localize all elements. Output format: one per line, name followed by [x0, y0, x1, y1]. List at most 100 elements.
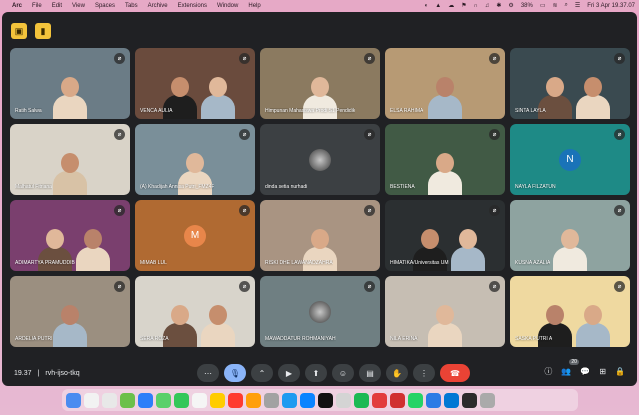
control-center-icon[interactable]: ☰: [575, 2, 580, 9]
dock-app-icon[interactable]: [192, 392, 207, 408]
dock-app-icon[interactable]: [102, 392, 117, 408]
participant-tile[interactable]: ⌀ KUSNA AZALIA: [510, 200, 630, 271]
dock-app-icon[interactable]: [246, 392, 261, 408]
people-icon[interactable]: 👥 20: [561, 359, 579, 376]
dock-app-icon[interactable]: [120, 392, 135, 408]
participant-tile[interactable]: N ⌀ NAYLA FILZATUN: [510, 124, 630, 195]
dock-app-icon[interactable]: [228, 392, 243, 408]
status-icon[interactable]: ▲: [435, 3, 441, 9]
status-icon[interactable]: ☁: [448, 2, 454, 9]
participant-tile[interactable]: ⌀ SASKA PUTRI A: [510, 276, 630, 347]
more-options-button[interactable]: ⋮: [413, 364, 435, 382]
wifi-icon[interactable]: ≋: [553, 2, 558, 9]
menu-view[interactable]: View: [72, 3, 85, 9]
mic-muted-icon: ⌀: [364, 205, 375, 216]
camera-button[interactable]: ▶: [278, 364, 300, 382]
menu-spaces[interactable]: Spaces: [95, 3, 115, 9]
participant-name: HIMATIKA/Universitas UM: [390, 260, 449, 266]
participant-tile[interactable]: ⌀ ELSA RAHIMA: [385, 48, 505, 119]
participant-tile[interactable]: ⌀ SINTA LAYLA: [510, 48, 630, 119]
menu-file[interactable]: File: [32, 3, 42, 9]
participant-tile[interactable]: ⌀ Himpunan Mahasiswa Prodi S1 Pendidik: [260, 48, 380, 119]
status-icon[interactable]: ⚑: [461, 2, 466, 9]
dock-app-icon[interactable]: [480, 392, 495, 408]
dock-app-icon[interactable]: [156, 392, 171, 408]
mic-button[interactable]: 🎙: [224, 364, 246, 382]
leave-call-button[interactable]: ☎: [440, 364, 470, 382]
more-audio-options-icon[interactable]: ⋯: [197, 364, 219, 382]
dock-app-icon[interactable]: [408, 392, 423, 408]
dock-app-icon[interactable]: [336, 392, 351, 408]
dock-app-icon[interactable]: [426, 392, 441, 408]
status-icon[interactable]: ♫: [485, 3, 490, 9]
mic-muted-icon: ⌀: [489, 205, 500, 216]
menu-tabs[interactable]: Tabs: [125, 3, 138, 9]
mic-muted-icon: ⌀: [239, 129, 250, 140]
captions-button[interactable]: ▤: [359, 364, 381, 382]
menu-help[interactable]: Help: [248, 3, 260, 9]
dock-app-icon[interactable]: [372, 392, 387, 408]
menu-extensions[interactable]: Extensions: [178, 3, 207, 9]
participant-tile[interactable]: M ⌀ MIMAB LUL: [135, 200, 255, 271]
meeting-tool-icon[interactable]: ▮: [35, 23, 51, 39]
participant-avatar: M: [184, 224, 206, 247]
menu-arc[interactable]: Arc: [12, 3, 22, 9]
participant-tile[interactable]: ⌀ ADIMARTYA PRAMUDDIB: [10, 200, 130, 271]
menu-archive[interactable]: Archive: [148, 3, 168, 9]
camera-options-chevron-icon[interactable]: ⌃: [251, 364, 273, 382]
dock-app-icon[interactable]: [174, 392, 189, 408]
dock-app-icon[interactable]: [390, 392, 405, 408]
battery-icon[interactable]: ▭: [540, 2, 546, 9]
mic-muted-icon: ⌀: [114, 129, 125, 140]
mic-muted-icon: ⌀: [614, 205, 625, 216]
status-icon[interactable]: ⚙: [508, 2, 513, 9]
participant-avatar: N: [559, 148, 581, 171]
emoji-reaction-button[interactable]: ☺: [332, 364, 354, 382]
meeting-details-icon[interactable]: ⓘ: [544, 366, 552, 377]
participant-tile[interactable]: ⌀ SERA ROZA: [135, 276, 255, 347]
dock-app-icon[interactable]: [66, 392, 81, 408]
dock-app-icon[interactable]: [444, 392, 459, 408]
status-icon[interactable]: ✱: [496, 2, 501, 9]
participant-tile[interactable]: ⌀ VENCA AULIA: [135, 48, 255, 119]
participant-tile[interactable]: ⌀ Ratih Salwa: [10, 48, 130, 119]
participant-tile[interactable]: ⌀ (A) Khadijah Annisa Putri_FMZ4F: [135, 124, 255, 195]
raise-hand-button[interactable]: ✋: [386, 364, 408, 382]
menu-window[interactable]: Window: [217, 3, 238, 9]
participant-tile[interactable]: ⌀ HIMATIKA/Universitas UM: [385, 200, 505, 271]
headphones-icon[interactable]: ∩: [474, 3, 478, 9]
status-icon[interactable]: ◐: [425, 3, 429, 9]
host-controls-icon[interactable]: 🔒: [615, 367, 625, 376]
present-button[interactable]: ⬆: [305, 364, 327, 382]
participant-name: MAWADDATUR ROHMANIYAH: [265, 336, 336, 342]
dock-app-icon[interactable]: [318, 392, 333, 408]
dock-app-icon[interactable]: [138, 392, 153, 408]
dock-app-icon[interactable]: [84, 392, 99, 408]
participant-tile[interactable]: ⌀ RISKI DHE LAWANADZAHRA: [260, 200, 380, 271]
participant-tile[interactable]: ⌀ NILA ERINA: [385, 276, 505, 347]
dock-app-icon[interactable]: [462, 392, 477, 408]
meeting-time: 19.37: [14, 369, 32, 377]
dock-app-icon[interactable]: [282, 392, 297, 408]
participant-tile[interactable]: ⌀ MAWADDATUR ROHMANIYAH: [260, 276, 380, 347]
menu-edit[interactable]: Edit: [52, 3, 62, 9]
participant-name: SERA ROZA: [140, 336, 169, 342]
participant-name: dinda setia nurhadi: [265, 184, 308, 190]
menubar-clock[interactable]: Fri 3 Apr 19.37.07: [587, 3, 635, 9]
participant-video-person: [201, 73, 235, 119]
participant-tile[interactable]: ⌀ Malhatul Fitriana: [10, 124, 130, 195]
chat-icon[interactable]: 💬: [580, 367, 590, 376]
dock-app-icon[interactable]: [264, 392, 279, 408]
mic-muted-icon: ⌀: [114, 53, 125, 64]
search-icon[interactable]: ⌕: [565, 2, 568, 9]
participant-tile[interactable]: ⌀ ARDELIA PUTRI: [10, 276, 130, 347]
meeting-tool-icon[interactable]: ▣: [11, 23, 27, 39]
dock-app-icon[interactable]: [300, 392, 315, 408]
dock-app-icon[interactable]: [210, 392, 225, 408]
mic-muted-icon: ⌀: [614, 129, 625, 140]
dock-app-icon[interactable]: [354, 392, 369, 408]
activities-icon[interactable]: ⊞: [599, 367, 606, 376]
participant-name: RISKI DHE LAWANADZAHRA: [265, 260, 333, 266]
participant-tile[interactable]: ⌀ dinda setia nurhadi: [260, 124, 380, 195]
participant-tile[interactable]: ⌀ BESTIENA: [385, 124, 505, 195]
